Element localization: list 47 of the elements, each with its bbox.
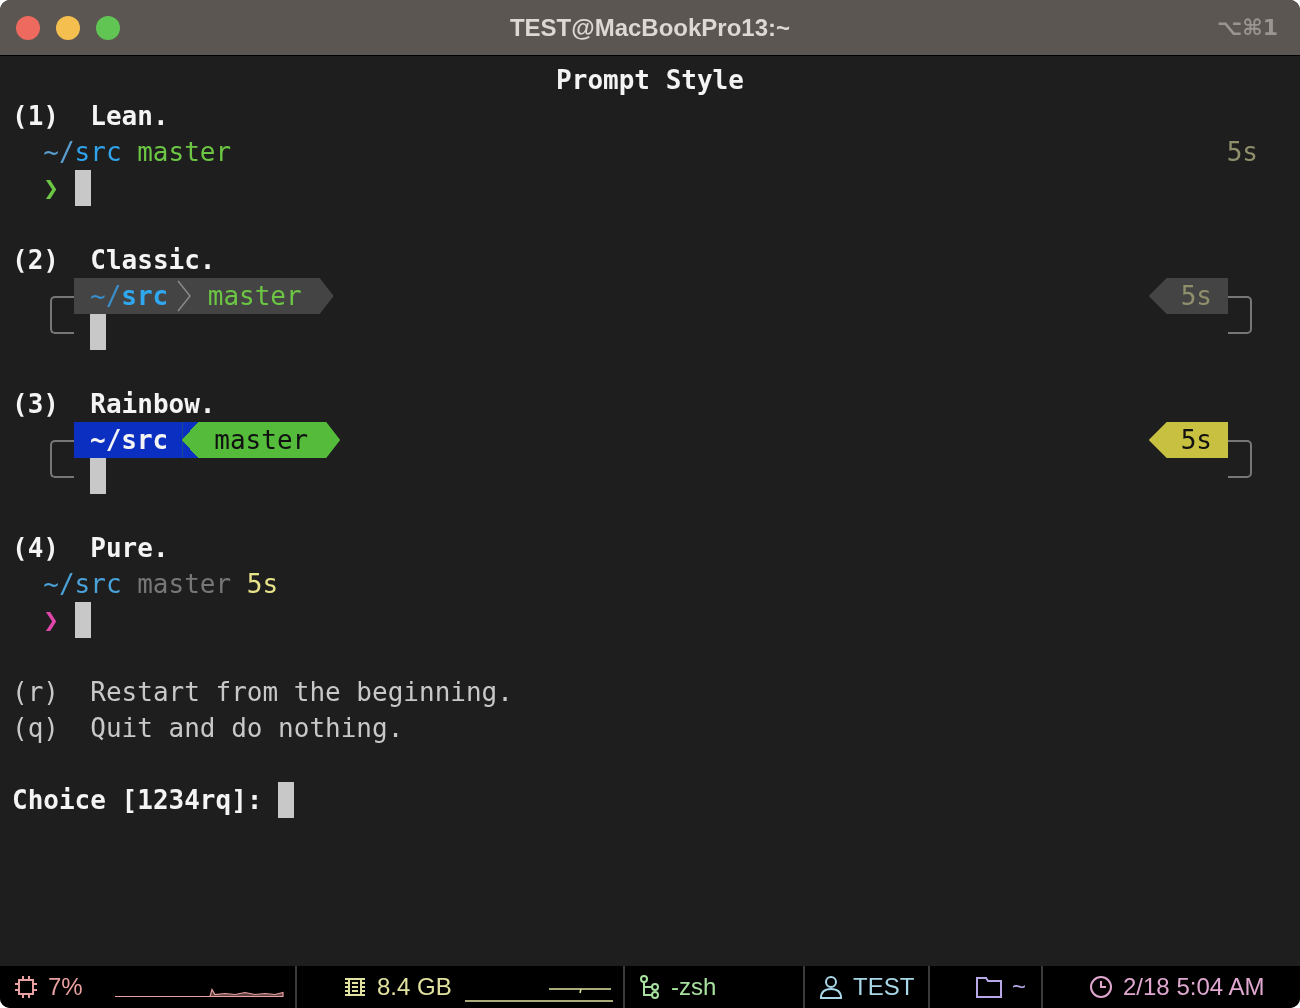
prompt-char: ❯ — [43, 172, 60, 205]
duration-segment: 5s — [1148, 278, 1228, 314]
option-number: (3) — [12, 388, 60, 421]
bracket-line — [1228, 296, 1252, 334]
option-name: Rainbow. — [90, 388, 216, 421]
status-text: TEST — [853, 973, 915, 1001]
choice-prompt: Choice [1234rq]: — [12, 784, 263, 817]
heading: Prompt Style — [556, 64, 744, 97]
directory-text: ~/src — [43, 136, 122, 169]
cursor — [278, 782, 295, 818]
duration-text: 5s — [1226, 136, 1259, 169]
directory-text: ~/src — [43, 568, 122, 601]
option-name: Pure. — [90, 532, 169, 565]
action-text: Restart from the beginning. — [90, 676, 513, 709]
status-text: 8.4 GB — [377, 973, 452, 1001]
branch-text: master — [137, 568, 232, 601]
cursor — [74, 170, 91, 206]
branch-text: master — [207, 280, 302, 313]
status-text: ~ — [1012, 973, 1026, 1001]
directory-segment[interactable]: ~/src — [74, 422, 183, 458]
option-number: (2) — [12, 244, 60, 277]
close-button[interactable] — [16, 15, 40, 40]
bracket-line — [1228, 440, 1252, 478]
action-key: (r) — [12, 674, 91, 710]
window-title: TEST@MacBookPro13:~ — [509, 13, 791, 42]
option-name: Lean. — [90, 100, 169, 133]
status-text: 7% — [48, 973, 83, 1001]
separator-icon — [176, 278, 193, 314]
cursor — [74, 602, 91, 638]
option-number: (4) — [12, 532, 60, 565]
zoom-button[interactable] — [96, 15, 120, 40]
prompt-char: ❯ — [43, 604, 60, 637]
status-text: 2/18 5:04 AM — [1123, 973, 1265, 1001]
minimize-button[interactable] — [56, 15, 80, 40]
option-name: Classic. — [90, 244, 216, 277]
branch-segment[interactable]: master — [182, 422, 341, 458]
duration-text: 5s — [246, 568, 279, 601]
cursor — [90, 458, 106, 494]
action-text: Quit and do nothing. — [90, 712, 404, 745]
duration-segment: 5s — [1148, 422, 1228, 458]
option-number: (1) — [12, 100, 60, 133]
cursor — [90, 314, 106, 350]
branch-text: master — [137, 136, 232, 169]
status-text: -zsh — [671, 973, 717, 1001]
window-shortcut: ⌥⌘1 — [1216, 15, 1279, 40]
directory-text: ~/src — [90, 280, 169, 313]
action-key: (q) — [12, 710, 91, 746]
